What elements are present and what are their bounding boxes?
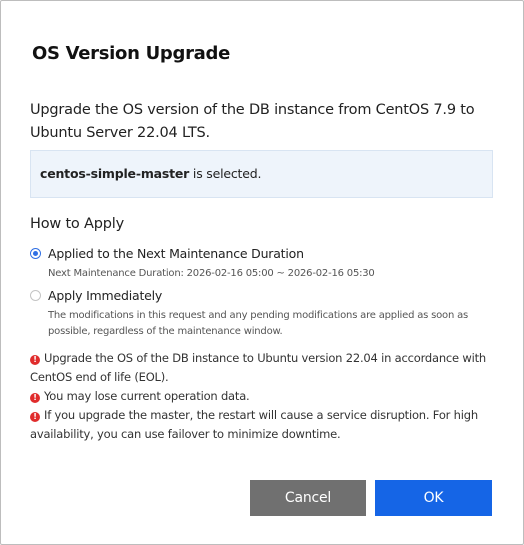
- selection-info-box: centos-simple-master is selected.: [30, 150, 493, 198]
- radio-next-maintenance[interactable]: [30, 248, 41, 259]
- warning-item: ! You may lose current operation data.: [30, 387, 490, 406]
- option-apply-immediately-description: The modifications in this request and an…: [48, 310, 469, 337]
- selected-instance-name: centos-simple-master: [40, 166, 190, 181]
- warning-text: You may lose current operation data.: [44, 389, 250, 403]
- os-upgrade-dialog: OS Version Upgrade Upgrade the OS versio…: [0, 0, 524, 545]
- warning-item: ! Upgrade the OS of the DB instance to Ub…: [30, 349, 490, 387]
- warning-item: ! If you upgrade the master, the restart …: [30, 406, 490, 444]
- cancel-button[interactable]: Cancel: [250, 480, 366, 516]
- warning-list: ! Upgrade the OS of the DB instance to Ub…: [30, 349, 490, 444]
- option-apply-immediately-label[interactable]: Apply Immediately: [48, 288, 162, 303]
- selection-suffix: is selected.: [189, 166, 262, 181]
- dialog-title: OS Version Upgrade: [32, 43, 230, 64]
- warning-text: If you upgrade the master, the restart w…: [30, 408, 478, 441]
- warning-text: Upgrade the OS of the DB instance to Ubu…: [30, 351, 486, 384]
- option-next-maintenance-label[interactable]: Applied to the Next Maintenance Duration: [48, 246, 304, 261]
- warning-icon: !: [30, 355, 40, 365]
- dialog-description: Upgrade the OS version of the DB instanc…: [30, 102, 475, 141]
- warning-icon: !: [30, 412, 40, 422]
- selection-info-text: centos-simple-master is selected.: [40, 166, 261, 181]
- warning-icon: !: [30, 393, 40, 403]
- radio-apply-immediately[interactable]: [30, 290, 41, 301]
- ok-button[interactable]: OK: [375, 480, 492, 516]
- option-next-maintenance-description: Next Maintenance Duration: 2026-02-16 05…: [48, 268, 375, 279]
- how-to-apply-label: How to Apply: [30, 216, 124, 232]
